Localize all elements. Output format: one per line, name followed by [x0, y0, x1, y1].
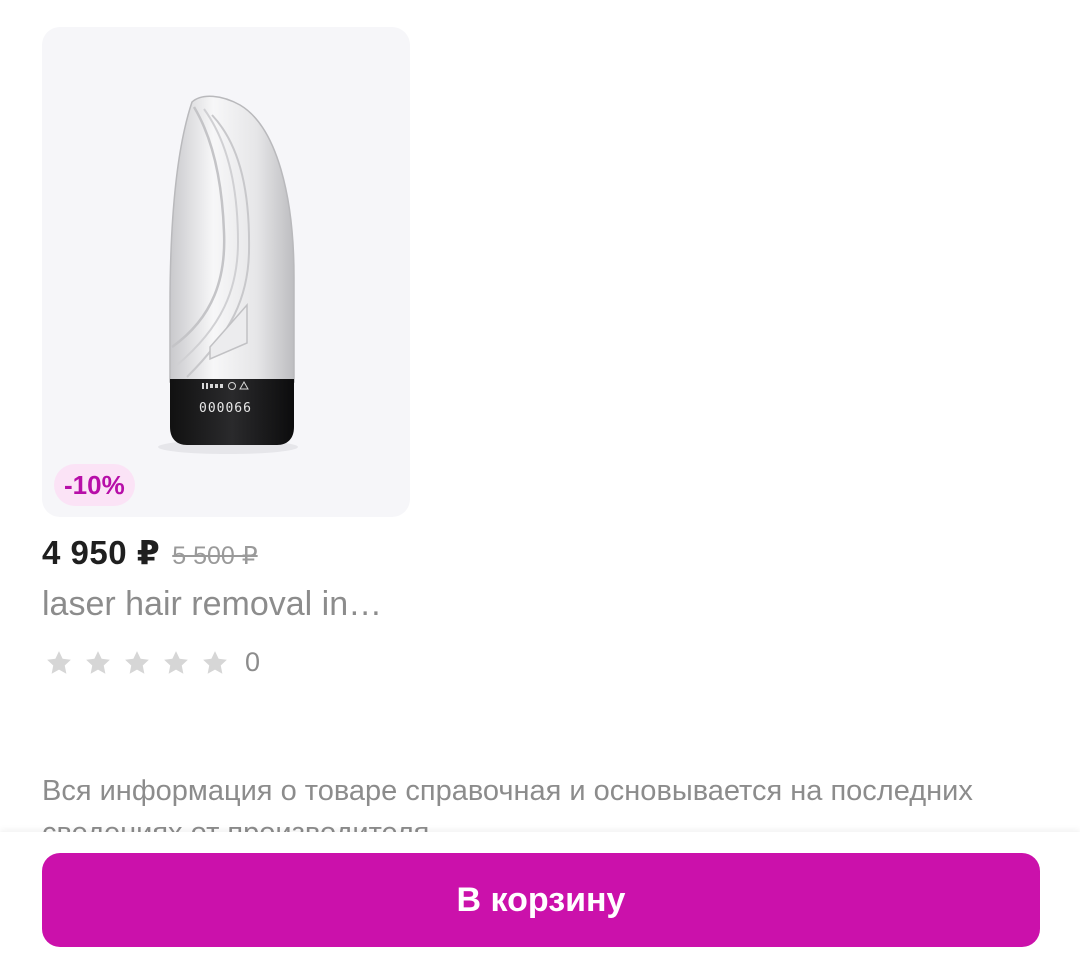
svg-text:000066: 000066 — [199, 401, 252, 416]
product-page: 000066 -10% 4 950 ₽ 5 500 ₽ laser hair r… — [0, 0, 1080, 966]
product-image-laser-epilator[interactable]: 000066 — [42, 27, 410, 517]
price-row: 4 950 ₽ 5 500 ₽ — [42, 533, 258, 572]
discount-badge: -10% — [54, 464, 135, 506]
star-icon — [161, 648, 191, 678]
product-image-container[interactable]: 000066 -10% — [42, 27, 410, 517]
add-to-cart-button[interactable]: В корзину — [42, 853, 1040, 947]
review-count: 0 — [245, 647, 261, 677]
product-title[interactable]: laser hair removal in… — [42, 585, 410, 624]
old-price: 5 500 ₽ — [172, 542, 258, 570]
star-icon — [200, 648, 230, 678]
star-icon — [83, 648, 113, 678]
star-icon — [122, 648, 152, 678]
product-card[interactable]: 000066 -10% 4 950 ₽ 5 500 ₽ laser hair r… — [42, 27, 410, 677]
rating-row[interactable]: 0 — [44, 647, 260, 678]
current-price: 4 950 ₽ — [42, 534, 161, 571]
bottom-action-bar: В корзину — [0, 832, 1080, 966]
star-icon — [44, 648, 74, 678]
